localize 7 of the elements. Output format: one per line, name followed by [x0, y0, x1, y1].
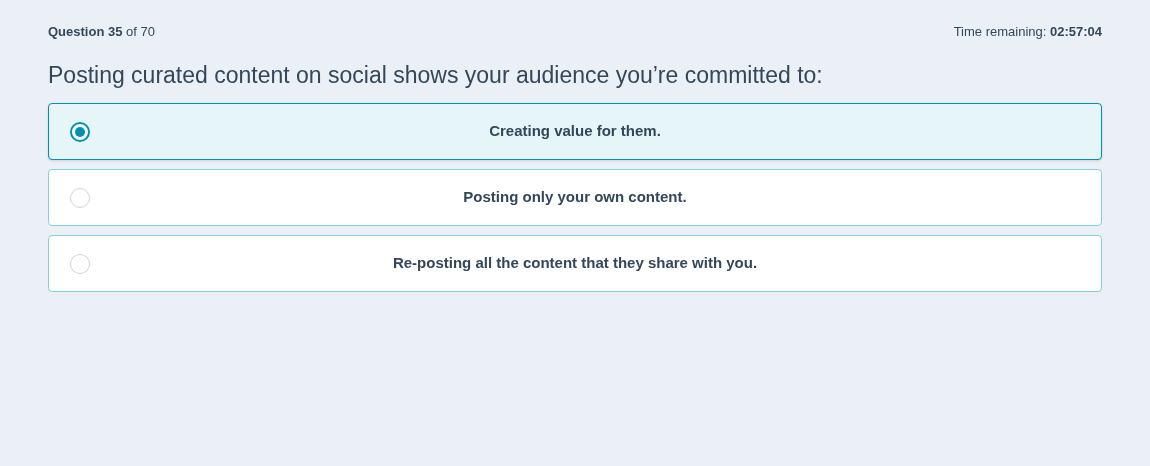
- question-text: Posting curated content on social shows your audience you’re committed to:: [48, 61, 824, 90]
- time-remaining: Time remaining: 02:57:04: [953, 23, 1102, 42]
- radio-button[interactable]: [70, 121, 90, 142]
- answer-option[interactable]: Posting only your own content.: [48, 169, 1102, 226]
- answer-option[interactable]: Re-posting all the content that they share with you.: [48, 235, 1102, 292]
- answer-option[interactable]: Creating value for them.: [48, 103, 1102, 160]
- question-counter: Question 35 of 70: [48, 23, 155, 42]
